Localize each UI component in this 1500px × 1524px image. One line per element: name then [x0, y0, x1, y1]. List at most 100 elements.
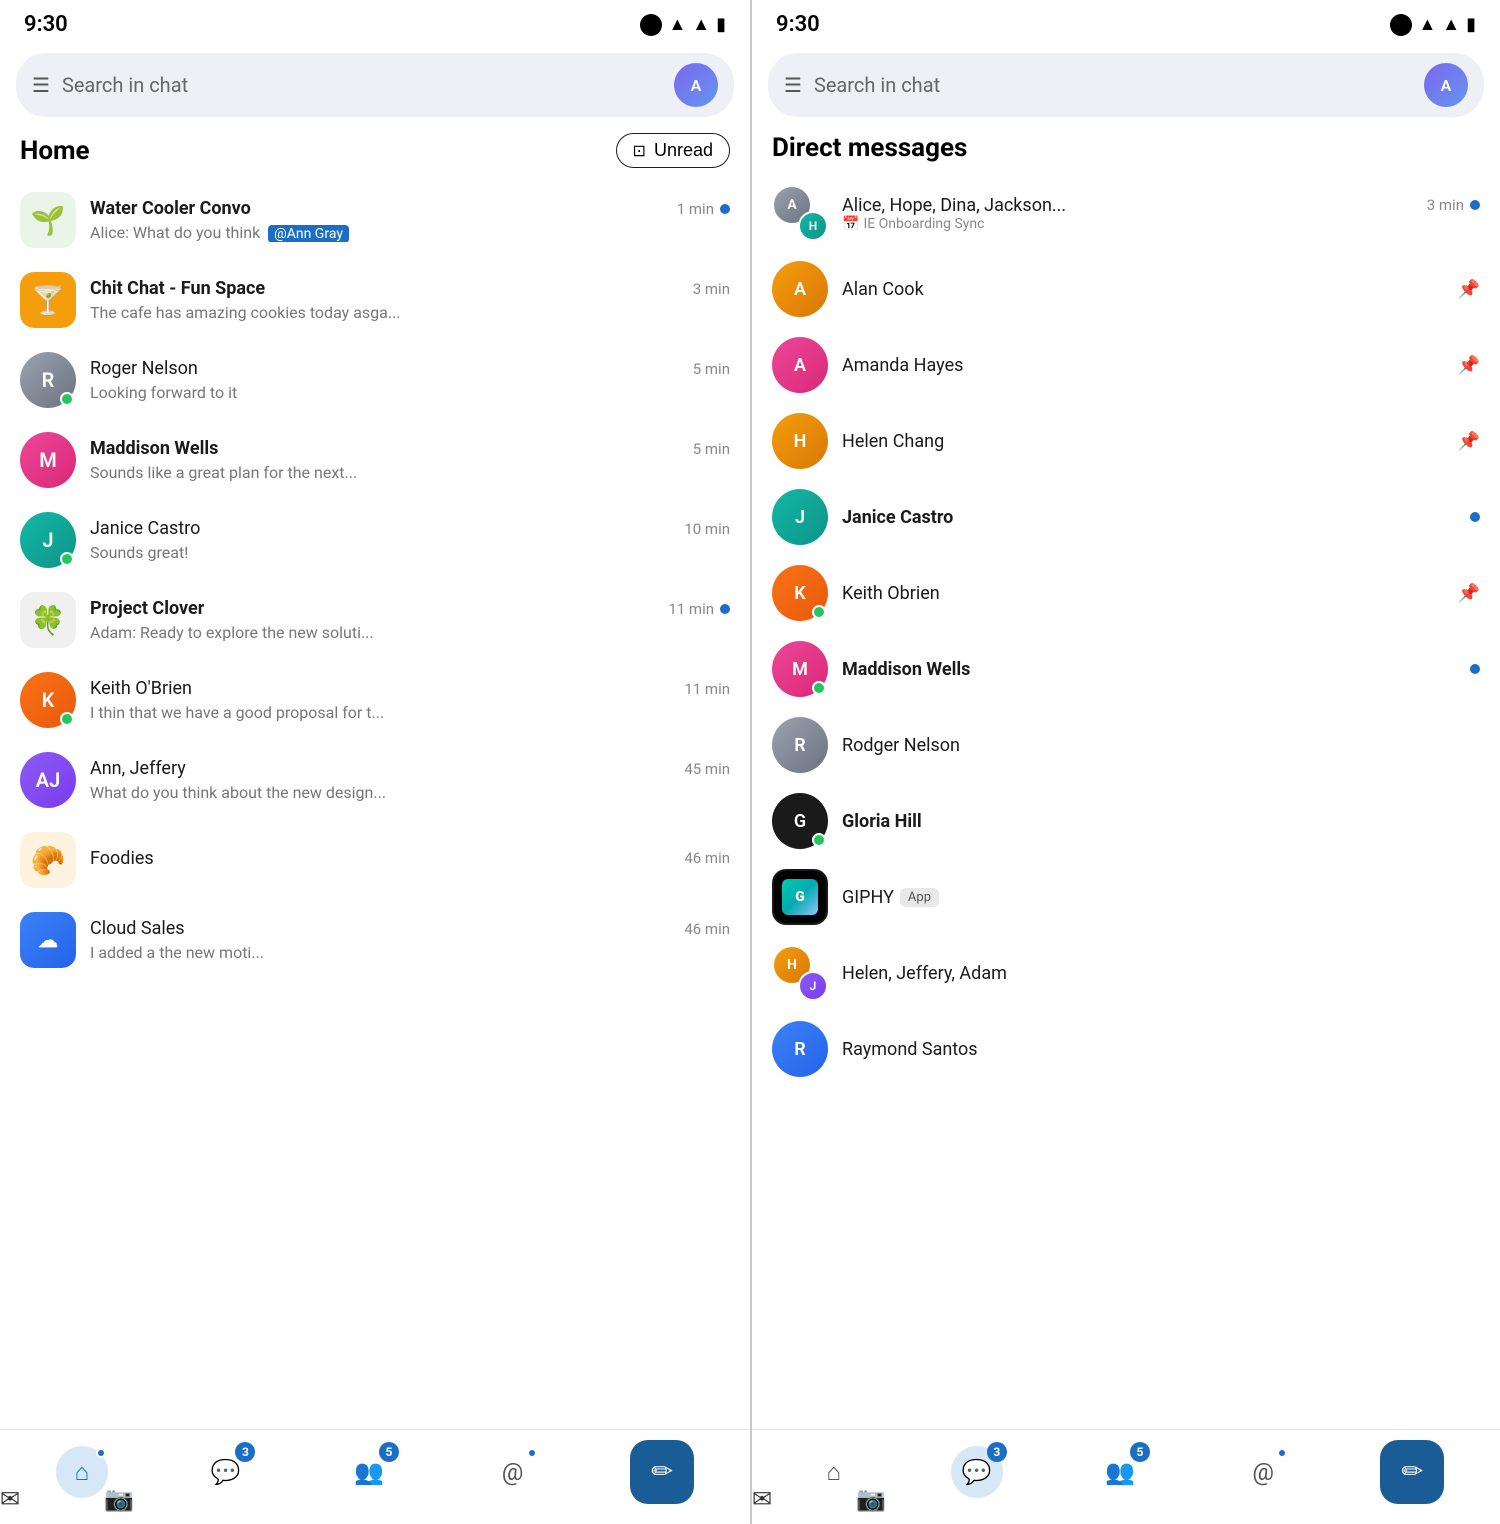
dm-avatar-wrap-gloria: G	[772, 793, 828, 849]
compose-icon-right: ✏	[1401, 1457, 1423, 1487]
dm-avatar-wrap-keith: K	[772, 565, 828, 621]
dm-item-rodger[interactable]: R Rodger Nelson	[752, 707, 1500, 783]
chat-content-chit-chat: Chit Chat - Fun Space 3 min The cafe has…	[90, 278, 730, 322]
nav-people-left[interactable]: 👥 5	[343, 1446, 395, 1498]
chat-name-row-roger: Roger Nelson 5 min	[90, 358, 730, 379]
chat-item-roger-nelson[interactable]: R Roger Nelson 5 min Looking forward to …	[0, 340, 750, 420]
dm-name-janice-dm: Janice Castro	[842, 507, 953, 528]
chat-time-janice: 10 min	[684, 520, 730, 538]
search-bar-left[interactable]: ☰ Search in chat A	[16, 53, 734, 117]
dm-sub-alice: 📅 IE Onboarding Sync	[842, 216, 1480, 232]
avatar-maddison: M	[20, 432, 76, 488]
unread-dot-project-clover	[720, 604, 730, 614]
chat-preview-project-clover: Adam: Ready to explore the new soluti...	[90, 623, 374, 642]
chat-preview-keith: I thin that we have a good proposal for …	[90, 703, 384, 722]
chat-item-cloud-sales[interactable]: ☁ Cloud Sales 46 min I added a the new m…	[0, 900, 750, 980]
dm-item-gloria[interactable]: G Gloria Hill	[752, 783, 1500, 859]
chat-item-keith[interactable]: K Keith O'Brien 11 min I thin that we ha…	[0, 660, 750, 740]
chat-time-maddison: 5 min	[693, 440, 730, 458]
dm-right-janice-dm	[1470, 512, 1480, 522]
channel-avatar-water-cooler: 🌱	[20, 192, 76, 248]
mention-dot-right	[1277, 1448, 1287, 1458]
dm-content-maddison-dm: Maddison Wells	[842, 659, 1456, 680]
dm-item-janice-dm[interactable]: J Janice Castro	[752, 479, 1500, 555]
online-dot-janice	[60, 552, 74, 566]
status-icons-right: ▲ ▲ ▮	[1390, 14, 1476, 36]
dm-content-giphy: GIPHY App	[842, 887, 1480, 908]
dm-avatar-wrap-maddison: M	[772, 641, 828, 697]
dm-item-alice-group[interactable]: A H Alice, Hope, Dina, Jackson... 3 min …	[752, 175, 1500, 251]
user-avatar-right[interactable]: A	[1424, 63, 1468, 107]
dm-avatar-second-jeffery: J	[798, 971, 828, 1001]
chat-item-chit-chat[interactable]: 🍸 Chit Chat - Fun Space 3 min The cafe h…	[0, 260, 750, 340]
left-panel: 9:30 ▲ ▲ ▮ ☰ Search in chat A Home ⊡ Unr…	[0, 0, 750, 1524]
chat-content-roger: Roger Nelson 5 min Looking forward to it	[90, 358, 730, 402]
calendar-icon-alice: 📅	[842, 216, 859, 232]
mail-icon-right[interactable]: ✉	[752, 1485, 772, 1513]
dm-time-alice: 3 min	[1427, 196, 1464, 214]
dm-right-amanda: 📌	[1458, 355, 1480, 376]
chat-avatar-foodies: 🥐	[20, 832, 76, 888]
unread-icon: ⊡	[633, 141, 646, 161]
chat-content-ann-jeffery: Ann, Jeffery 45 min What do you think ab…	[90, 758, 730, 802]
dm-avatar-amanda: A	[772, 337, 828, 393]
chat-time-ann-jeffery: 45 min	[684, 760, 730, 778]
chat-name-roger: Roger Nelson	[90, 358, 198, 379]
video-icon-right[interactable]: 📷	[856, 1485, 886, 1513]
dm-content-helen-jeffery-adam: Helen, Jeffery, Adam	[842, 963, 1480, 984]
compose-button-left[interactable]: ✏	[630, 1440, 694, 1504]
chat-item-project-clover[interactable]: 🍀 Project Clover 11 min Adam: Ready to e…	[0, 580, 750, 660]
chat-preview-roger: Looking forward to it	[90, 383, 237, 402]
nav-chat-left[interactable]: 💬 3	[199, 1446, 251, 1498]
user-avatar-left[interactable]: A	[674, 63, 718, 107]
chat-item-water-cooler[interactable]: 🌱 Water Cooler Convo 1 min Alice: What d…	[0, 180, 750, 260]
dm-item-amanda[interactable]: A Amanda Hayes 📌	[752, 327, 1500, 403]
unread-button[interactable]: ⊡ Unread	[616, 133, 730, 168]
wifi-icon-right: ▲	[1418, 14, 1436, 35]
dm-item-maddison-dm[interactable]: M Maddison Wells	[752, 631, 1500, 707]
chat-item-janice[interactable]: J Janice Castro 10 min Sounds great!	[0, 500, 750, 580]
home-icon-right[interactable]: ⌂	[808, 1446, 860, 1498]
search-bar-right[interactable]: ☰ Search in chat A	[768, 53, 1484, 117]
chat-item-maddison[interactable]: M Maddison Wells 5 min Sounds like a gre…	[0, 420, 750, 500]
nav-people-right[interactable]: 👥 5	[1094, 1446, 1146, 1498]
hamburger-icon-right[interactable]: ☰	[784, 73, 802, 97]
channel-avatar-foodies: 🥐	[20, 832, 76, 888]
video-icon-left[interactable]: 📷	[104, 1485, 134, 1513]
dm-item-keith-dm[interactable]: K Keith Obrien 📌	[752, 555, 1500, 631]
dm-right-alan: 📌	[1458, 279, 1480, 300]
chat-name-row-maddison: Maddison Wells 5 min	[90, 438, 730, 459]
chat-time-keith: 11 min	[684, 680, 730, 698]
dm-name-row-giphy: GIPHY App	[842, 887, 1480, 908]
dm-item-helen-chang[interactable]: H Helen Chang 📌	[752, 403, 1500, 479]
chat-name-janice: Janice Castro	[90, 518, 200, 539]
mail-icon-left[interactable]: ✉	[0, 1485, 20, 1513]
chat-name-keith: Keith O'Brien	[90, 678, 192, 699]
nav-mention-right[interactable]: @	[1237, 1446, 1289, 1498]
chat-content-maddison: Maddison Wells 5 min Sounds like a great…	[90, 438, 730, 482]
battery-icon-left: ▮	[716, 14, 726, 35]
dm-item-helen-jeffery-adam[interactable]: H J Helen, Jeffery, Adam	[752, 935, 1500, 1011]
chat-item-ann-jeffery[interactable]: AJ Ann, Jeffery 45 min What do you think…	[0, 740, 750, 820]
dm-item-raymond[interactable]: R Raymond Santos	[752, 1011, 1500, 1087]
dm-item-alan-cook[interactable]: A Alan Cook 📌	[752, 251, 1500, 327]
dm-content-alan: Alan Cook	[842, 279, 1444, 300]
chat-name-row-keith: Keith O'Brien 11 min	[90, 678, 730, 699]
nav-home-left[interactable]: ⌂	[56, 1446, 108, 1498]
hamburger-icon-left[interactable]: ☰	[32, 73, 50, 97]
dm-avatar-rodger: R	[772, 717, 828, 773]
chat-item-foodies[interactable]: 🥐 Foodies 46 min	[0, 820, 750, 900]
chat-avatar-roger: R	[20, 352, 76, 408]
chat-content-keith: Keith O'Brien 11 min I thin that we have…	[90, 678, 730, 722]
people-badge-right: 5	[1130, 1442, 1150, 1462]
online-dot-maddison-dm	[812, 681, 826, 695]
dm-item-giphy[interactable]: G GIPHY App	[752, 859, 1500, 935]
compose-button-right[interactable]: ✏	[1380, 1440, 1444, 1504]
nav-mention-left[interactable]: @	[487, 1446, 539, 1498]
compose-icon-left: ✏	[651, 1457, 673, 1487]
dm-avatar-alan: A	[772, 261, 828, 317]
nav-chat-right[interactable]: 💬 3	[951, 1446, 1003, 1498]
dm-right-helen-chang: 📌	[1458, 431, 1480, 452]
nav-home-right[interactable]: ⌂	[808, 1446, 860, 1498]
dm-unread-dot-janice	[1470, 512, 1480, 522]
